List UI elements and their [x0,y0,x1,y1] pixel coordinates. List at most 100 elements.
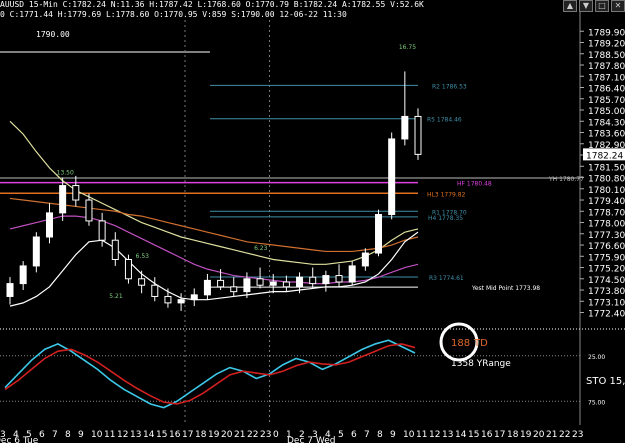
close-button[interactable]: ✕ [611,0,625,12]
candle-body [19,265,27,285]
moving-average-line [9,231,419,307]
candle-body [45,212,53,238]
candle-body [6,283,14,297]
candle-body [98,220,106,241]
price-tick-label: 1787.80 [588,62,625,72]
price-tick-label: 1778.00 [588,220,625,230]
time-tick-label: 7 [364,430,370,440]
time-tick-label: 8 [377,430,383,440]
candle-body [164,295,172,304]
scroll-up-button[interactable]: ▲ [563,0,577,12]
price-tick-label: 1789.20 [588,40,625,50]
time-tick-label: 18 [507,430,519,440]
time-tick-label: 14 [143,430,155,440]
candle-body [72,185,80,201]
indicator-tick-label: 25.00 [588,354,605,361]
candlesticks [6,71,422,311]
time-axis: 3 4 5 6 7 8 9 10 11 12 13 14 15 16 17 18 19 20 21 22 23 0 1 2 3 4… [0,430,583,443]
price-tick-label: 1785.70 [588,96,625,106]
td-annotation: 188 TD 1358 YRange [439,322,511,369]
indicator-label: STO 15, [586,376,625,387]
pivot-level-label: Yest Mid Point 1773.98 [471,285,540,292]
price-tick-label: 1777.30 [588,231,625,241]
price-tick-label: 1786.40 [588,85,625,95]
time-tick-label: 19 [520,430,532,440]
time-tick-label: 15 [468,430,479,440]
price-tick-label: 1785.00 [588,107,625,117]
price-tick-label: 1778.70 [588,208,625,218]
yrange-label: 1358 YRange [451,359,511,369]
time-tick-label: 8 [65,430,71,440]
price-tick-label: 1780.80 [588,175,625,185]
current-price-label: 1782.24 [586,151,623,161]
time-tick-label: 19 [208,430,220,440]
time-tick-label: 18 [195,430,207,440]
time-tick-label: 21 [234,430,245,440]
scroll-down-button[interactable]: ▼ [579,0,593,12]
price-tick-label: 1784.30 [588,118,625,128]
price-tick-label: 1773.10 [588,298,625,308]
time-tick-label: 22 [559,430,570,440]
moving-average-line [9,215,419,285]
time-tick-label: 11 [104,430,115,440]
time-tick-label: 17 [182,430,193,440]
td-value: 188 [451,338,470,349]
window-controls: ▲ ▼ □ ✕ [563,0,625,12]
candle-value-label: 6.53 [136,253,150,260]
price-tick-label: 1773.80 [588,287,625,297]
time-tick-label: 14 [455,430,467,440]
price-tick-label: 1788.50 [588,51,625,61]
candle-body [124,258,132,280]
candle-body [59,185,67,214]
pivot-level-label: R3 1774.61 [429,275,464,282]
candle-body [388,138,396,215]
pivot-level-label: R5 1784.46 [427,117,462,124]
pivot-levels: R2 1786.53 R5 1784.46 YH 1780.77 HF 1780.48… [0,83,584,292]
pivot-level-label: YH 1780.77 [548,176,584,183]
candle-body [203,279,211,296]
candle-body [269,281,277,286]
stochastic-indicator: 25.00 75.00 STO 15, [0,339,625,409]
candle-body [111,239,119,260]
candle-body [335,275,343,283]
time-tick-label: 23 [260,430,271,440]
candle-value-label: 5.21 [109,293,123,300]
price-tick-label: 1775.20 [588,265,625,275]
candle-body [217,279,225,288]
price-tick-label: 1775.90 [588,253,625,263]
time-tick-label: 6 [351,430,357,440]
time-tick-label: 22 [247,430,258,440]
candle-body [138,278,146,286]
header-line-3: 1790.00 [36,30,70,39]
candle-body [322,275,330,285]
pivot-level-label: HL3 1779.82 [427,191,466,198]
candle-body [414,115,422,155]
time-tick-label: 10 [91,430,103,440]
price-tick-label: 1779.40 [588,197,625,207]
price-tick-label: 1780.10 [588,186,625,196]
candle-body [230,286,238,293]
price-tick-label: 1787.10 [588,73,625,83]
time-tick-label: 16 [481,430,493,440]
indicator-tick-label: 75.00 [588,399,605,406]
price-tick-label: 1774.50 [588,276,625,286]
time-tick-label: 5 [338,430,344,440]
candle-body [375,213,383,254]
candle-body [282,281,290,288]
stochastic-d-line [4,343,416,405]
price-axis: 1789.90 1789.201788.501787.801787.10 1786.… [580,28,625,320]
pivot-level-label: HF 1780.48 [457,181,492,188]
time-tick-label: 9 [78,430,84,440]
candle-body [177,299,185,304]
price-chart: R2 1786.53 R5 1784.46 YH 1780.77 HF 1780.48… [0,0,625,443]
time-tick-label: 7 [52,430,58,440]
maximize-button[interactable]: □ [595,0,609,12]
time-tick-label: 12 [117,430,128,440]
candle-body [190,294,198,301]
time-tick-label: 13 [130,430,141,440]
candle-value-label: 16.75 [399,44,416,51]
candle-value-label: 13.50 [57,169,74,176]
candle-body [296,276,304,288]
price-tick-label: 1776.60 [588,242,625,252]
pivot-level-label: H4 1778.35 [428,215,463,222]
